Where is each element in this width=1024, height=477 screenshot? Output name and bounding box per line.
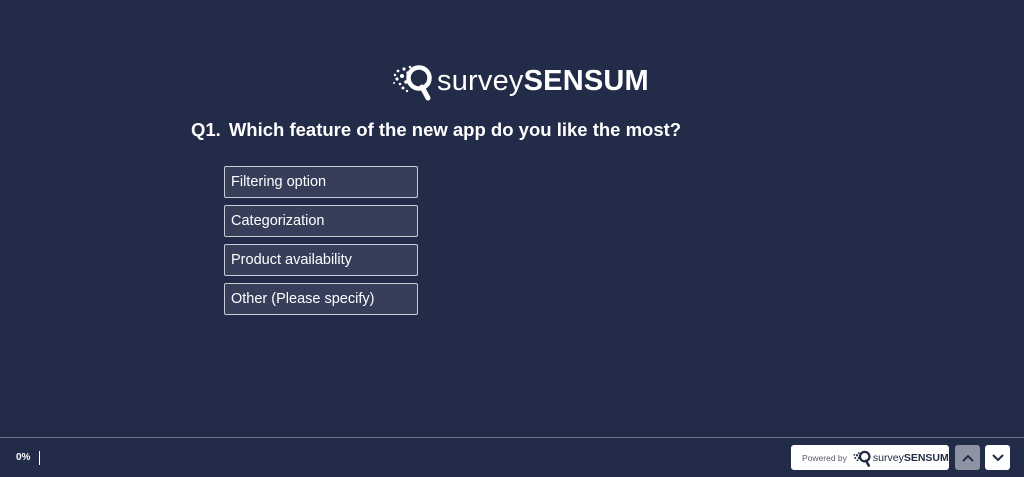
option-other[interactable]: Other (Please specify) — [224, 283, 418, 315]
option-categorization[interactable]: Categorization — [224, 205, 418, 237]
surveysensum-small-logo-icon — [853, 450, 871, 467]
surveysensum-logo: surveySENSUM — [391, 61, 649, 101]
answer-options: Filtering option Categorization Product … — [224, 166, 418, 322]
brand-name-light: survey — [437, 65, 524, 97]
question-number: Q1. — [191, 119, 221, 140]
surveysensum-wordmark: surveySENSUM — [437, 61, 649, 101]
previous-question-button[interactable] — [955, 445, 980, 470]
powered-by-label: Powered by — [802, 452, 847, 463]
chevron-up-icon — [962, 454, 973, 461]
progress-bar — [39, 451, 41, 465]
option-product-availability[interactable]: Product availability — [224, 244, 418, 276]
powered-by-badge[interactable]: Powered by surveySENSUM — [791, 445, 949, 470]
powered-brand-light: survey — [872, 451, 904, 464]
option-filtering[interactable]: Filtering option — [224, 166, 418, 198]
next-question-button[interactable] — [985, 445, 1010, 470]
powered-brand-wordmark: surveySENSUM — [873, 452, 949, 464]
survey-page: surveySENSUM Q1. Which feature of the ne… — [0, 0, 1024, 477]
surveysensum-logo-icon — [393, 65, 432, 101]
footer-divider — [0, 437, 1024, 438]
brand-name-bold: SENSUM — [523, 65, 649, 97]
powered-brand-bold: SENSUM — [903, 451, 949, 464]
question-text: Which feature of the new app do you like… — [228, 119, 682, 140]
chevron-down-icon — [992, 454, 1003, 461]
question-heading: Q1. Which feature of the new app do you … — [191, 118, 681, 142]
progress-indicator: 0% — [16, 449, 41, 467]
progress-label: 0% — [16, 452, 31, 463]
